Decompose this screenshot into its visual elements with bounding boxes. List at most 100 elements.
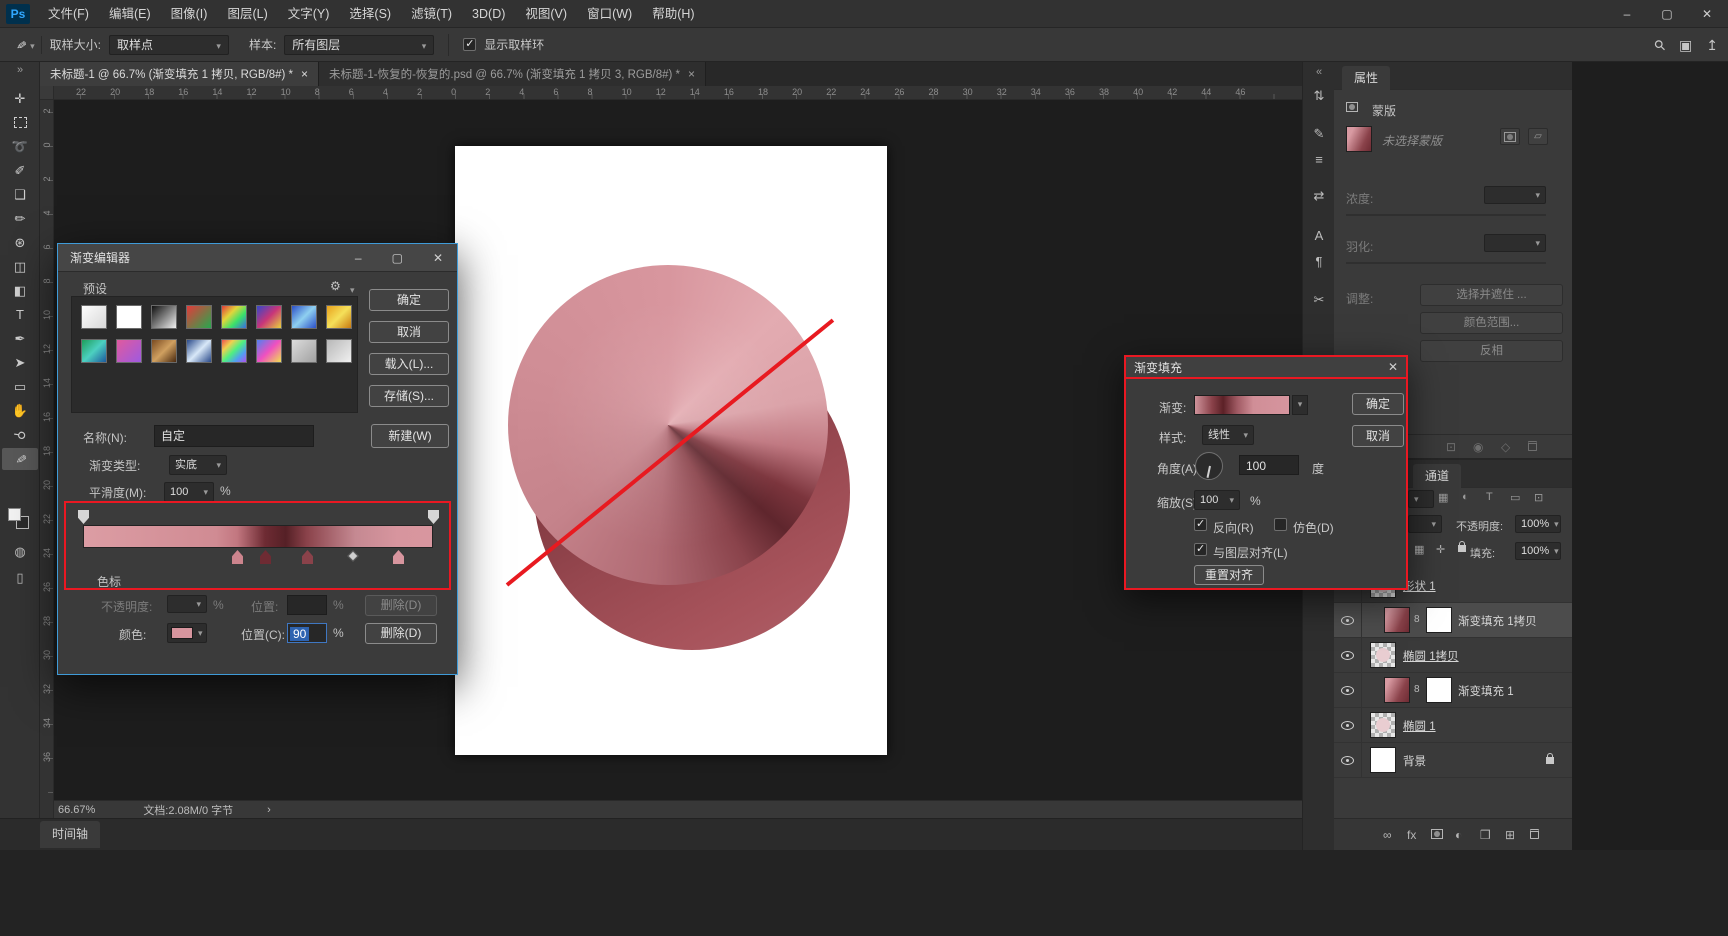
filter-kind-select[interactable] [1408, 490, 1434, 508]
lock-all-icon[interactable] [1458, 541, 1466, 555]
gradient-preset-swatch[interactable] [186, 305, 212, 329]
layer-visibility-toggle[interactable] [1334, 638, 1362, 673]
gradient-preset-swatch[interactable] [291, 305, 317, 329]
menu-item[interactable]: 编辑(E) [99, 0, 161, 28]
reset-align-button[interactable]: 重置对齐 [1194, 565, 1264, 585]
lasso-tool[interactable]: ➰ [2, 136, 38, 158]
menu-item[interactable]: 窗口(W) [577, 0, 642, 28]
new-layer-icon[interactable]: ⊞ [1505, 828, 1515, 842]
tab-timeline[interactable]: 时间轴 [40, 821, 101, 848]
density-value[interactable] [1484, 186, 1546, 204]
add-mask-icon[interactable] [1431, 828, 1443, 842]
opacity-value[interactable]: 100% [1515, 515, 1561, 533]
menu-item[interactable]: 帮助(H) [642, 0, 704, 28]
new-group-icon[interactable]: ❒ [1480, 828, 1491, 842]
foreground-color-chip[interactable] [8, 508, 21, 521]
dock-swatches-icon[interactable]: ⇄ [1303, 188, 1335, 204]
sample-size-select[interactable]: 取样点 [108, 34, 229, 55]
dock-scissors-icon[interactable]: ✂ [1303, 292, 1335, 308]
menu-item[interactable]: 选择(S) [339, 0, 401, 28]
gradient-preset-swatch[interactable] [326, 339, 352, 363]
paint-bucket-tool[interactable]: ◧ [2, 280, 38, 302]
load-button[interactable]: 载入(L)... [369, 353, 449, 375]
filter-type-icon[interactable]: T [1486, 491, 1493, 503]
gradient-preset-swatch[interactable] [151, 305, 177, 329]
color-stop[interactable] [260, 550, 271, 564]
maximize-icon[interactable]: ▢ [1660, 7, 1674, 21]
move-tool[interactable]: ✛ [2, 88, 38, 110]
color-range-button[interactable]: 颜色范围... [1420, 312, 1563, 334]
menu-item[interactable]: 图像(I) [161, 0, 218, 28]
gradient-fill-titlebar[interactable]: 渐变填充 ✕ [1126, 357, 1406, 379]
brush-tool[interactable]: ✏ [2, 208, 38, 230]
gradient-strip[interactable] [83, 525, 433, 548]
menu-item[interactable]: 文字(Y) [278, 0, 340, 28]
gear-icon[interactable]: ⚙ [330, 279, 341, 293]
search-icon[interactable]: ⚲ [1650, 35, 1669, 54]
toolbar-collapse-icon[interactable]: » [0, 64, 40, 76]
gradient-preset-swatch[interactable] [256, 305, 282, 329]
opacity-stop[interactable] [78, 510, 89, 524]
tab-properties[interactable]: 属性 [1342, 66, 1391, 90]
layer-row[interactable]: 椭圆 1 [1334, 708, 1572, 743]
quick-selection-tool[interactable]: ✐ [2, 160, 38, 182]
quick-mask-icon[interactable]: ◍ [0, 544, 40, 560]
gradient-preset-swatch[interactable] [291, 339, 317, 363]
tab-close-icon[interactable]: × [688, 67, 695, 81]
marquee-tool[interactable] [2, 112, 38, 134]
close-icon[interactable]: ✕ [1388, 360, 1398, 374]
gradient-preview-dropdown[interactable] [1292, 395, 1308, 415]
gradient-preset-swatch[interactable] [81, 339, 107, 363]
layer-row[interactable]: 椭圆 1拷贝 [1334, 638, 1572, 673]
delete-opacity-stop-button[interactable]: 删除(D) [365, 595, 437, 616]
document-tab[interactable]: 未标题-1 @ 66.7% (渐变填充 1 拷贝, RGB/8#) * × [40, 62, 320, 86]
minimize-icon[interactable]: – [1620, 7, 1634, 21]
vector-mask-icon[interactable]: ▱ [1528, 128, 1548, 145]
gradient-preset-swatch[interactable] [116, 305, 142, 329]
cancel-button[interactable]: 取消 [369, 321, 449, 343]
new-button[interactable]: 新建(W) [371, 424, 449, 448]
menu-item[interactable]: 文件(F) [38, 0, 99, 28]
menu-item[interactable]: 图层(L) [217, 0, 277, 28]
layer-thumbnail[interactable] [1370, 712, 1396, 738]
gradient-editor-titlebar[interactable]: 渐变编辑器 – ▢ ✕ [58, 244, 457, 272]
gradient-preset-swatch[interactable] [221, 339, 247, 363]
fill-value[interactable]: 100% [1515, 542, 1561, 560]
dither-checkbox[interactable] [1274, 518, 1287, 531]
save-button[interactable]: 存储(S)... [369, 385, 449, 407]
dock-character-icon[interactable]: A [1303, 228, 1335, 243]
delete-color-stop-button[interactable]: 删除(D) [365, 623, 437, 644]
eraser-tool[interactable]: ◫ [2, 256, 38, 278]
layer-thumbnail[interactable] [1384, 677, 1410, 703]
layer-row[interactable]: 背景 [1334, 743, 1572, 778]
clone-stamp-tool[interactable]: ⊛ [2, 232, 38, 254]
feather-value[interactable] [1484, 234, 1546, 252]
gradient-preset-swatch[interactable] [151, 339, 177, 363]
midpoint-marker[interactable] [346, 550, 359, 562]
load-selection-icon[interactable]: ⊡ [1446, 440, 1456, 454]
dock-expand-icon[interactable]: « [1303, 66, 1335, 78]
layer-visibility-toggle[interactable] [1334, 673, 1362, 708]
layer-effects-icon[interactable]: fx [1407, 828, 1416, 842]
sample-select[interactable]: 所有图层 [284, 34, 435, 55]
color-stop[interactable] [393, 550, 404, 564]
delete-mask-icon[interactable] [1528, 440, 1537, 454]
delete-layer-icon[interactable] [1530, 828, 1539, 842]
path-selection-tool[interactable]: ➤ [2, 352, 38, 374]
apply-mask-icon[interactable]: ◉ [1473, 440, 1483, 454]
share-icon[interactable]: ↥ [1706, 37, 1718, 54]
gradient-preset-swatch[interactable] [186, 339, 212, 363]
toggle-mask-icon[interactable]: ◇ [1501, 440, 1510, 454]
zoom-tool[interactable]: ⚲ [2, 424, 38, 446]
show-ring-checkbox[interactable] [463, 37, 477, 51]
status-chevron-icon[interactable]: › [267, 804, 271, 816]
close-icon[interactable]: ✕ [433, 251, 443, 265]
type-tool[interactable]: T [2, 304, 38, 326]
dock-styles-icon[interactable]: ✎ [1303, 126, 1335, 142]
layer-mask-thumbnail[interactable] [1426, 607, 1452, 633]
zoom-level[interactable]: 66.67% [58, 804, 95, 816]
workspace-icon[interactable]: ▣ [1679, 37, 1692, 54]
feather-slider[interactable] [1346, 262, 1546, 264]
maximize-icon[interactable]: ▢ [392, 251, 403, 265]
crop-tool[interactable]: ❑ [2, 184, 38, 206]
